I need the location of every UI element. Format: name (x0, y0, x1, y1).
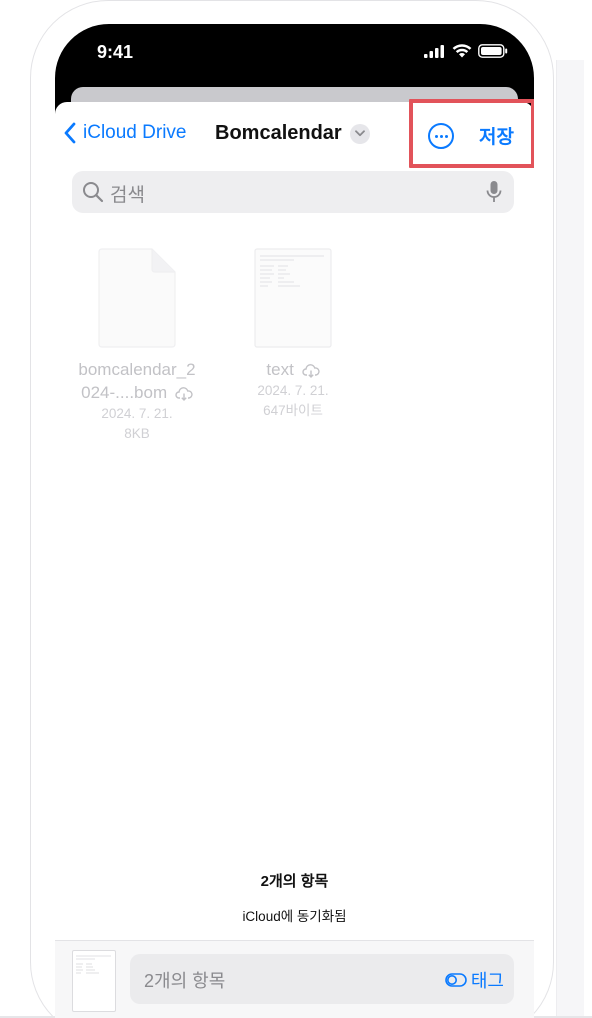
file-name: text (266, 360, 294, 379)
document-thumbnail (254, 248, 332, 348)
cloud-download-icon (301, 363, 320, 378)
battery-icon (478, 44, 508, 58)
status-icons (424, 44, 508, 58)
file-size: 647바이트 (263, 403, 323, 418)
back-button-label: iCloud Drive (83, 122, 187, 143)
save-bar: 2개의 항목 태그 (55, 940, 534, 1018)
item-count: 2개의 항목 (260, 873, 329, 890)
file-name: bomcalendar_2 (78, 360, 196, 379)
device-screen: 9:41 iCloud Drive Bomcalendar 저장 검색 bomc… (55, 24, 534, 1018)
background-shade (556, 60, 584, 1018)
back-button[interactable]: iCloud Drive (63, 122, 186, 144)
status-time: 9:41 (97, 42, 134, 62)
folder-summary: 2개의 항목 iCloud에 동기화됨 (55, 870, 534, 925)
tag-button[interactable]: 태그 (445, 967, 504, 993)
chevron-down-icon (349, 123, 370, 144)
tag-toggle-icon (445, 973, 467, 987)
wifi-icon (452, 44, 472, 58)
file-picker-sheet: iCloud Drive Bomcalendar 저장 검색 bomcalend… (55, 99, 534, 1018)
file-name: 024-....bom (81, 383, 168, 402)
search-bar[interactable]: 검색 (72, 171, 514, 213)
folder-title-menu[interactable]: Bomcalendar (215, 122, 370, 145)
file-date: 2024. 7. 21. (257, 383, 329, 398)
file-size: 8KB (124, 426, 150, 441)
microphone-icon[interactable] (486, 180, 502, 204)
cloud-download-icon (175, 386, 193, 401)
file-date: 2024. 7. 21. (101, 406, 173, 421)
sync-status: iCloud에 동기화됨 (242, 909, 347, 924)
search-placeholder: 검색 (110, 185, 145, 206)
search-icon (83, 182, 104, 203)
highlight-box (409, 99, 534, 168)
navigation-bar: iCloud Drive Bomcalendar 저장 (55, 99, 534, 168)
file-item[interactable]: bomcalendar_2 024-....bom 2024. 7. 21. 8… (59, 248, 215, 444)
page-title: Bomcalendar (215, 122, 342, 144)
document-icon (98, 248, 176, 348)
cellular-signal-icon (424, 44, 444, 58)
file-item[interactable]: text 2024. 7. 21. 647바이트 (215, 248, 371, 421)
file-preview-thumbnail (72, 950, 116, 1012)
chevron-left-icon (64, 122, 76, 144)
filename-value: 2개의 항목 (144, 971, 226, 991)
tag-button-label: 태그 (470, 971, 504, 991)
filename-field[interactable]: 2개의 항목 태그 (130, 954, 514, 1004)
